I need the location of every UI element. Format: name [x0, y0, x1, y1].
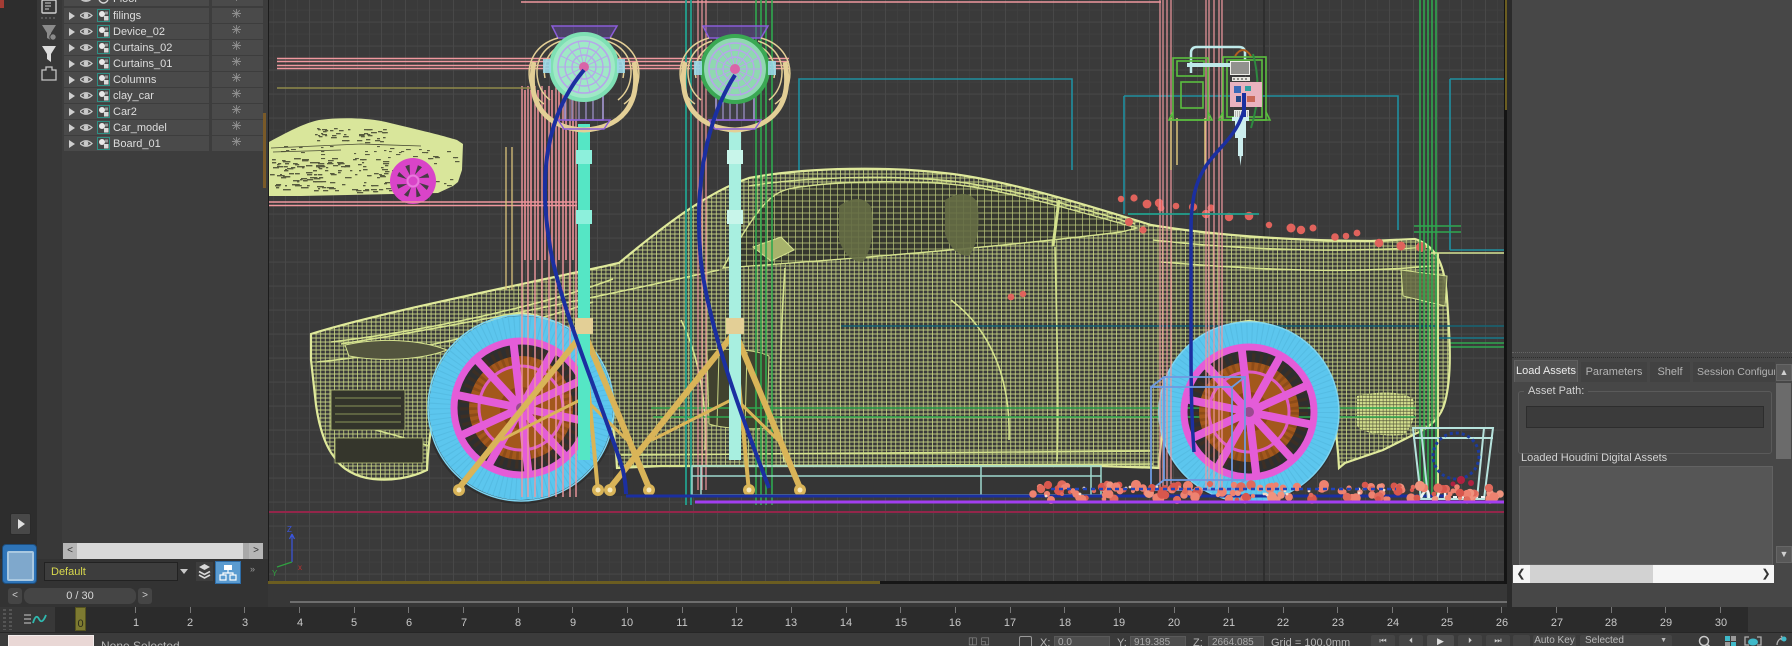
- svg-text:Z: Z: [287, 525, 292, 534]
- svg-text:x: x: [298, 563, 302, 572]
- svg-text:Y: Y: [272, 569, 278, 578]
